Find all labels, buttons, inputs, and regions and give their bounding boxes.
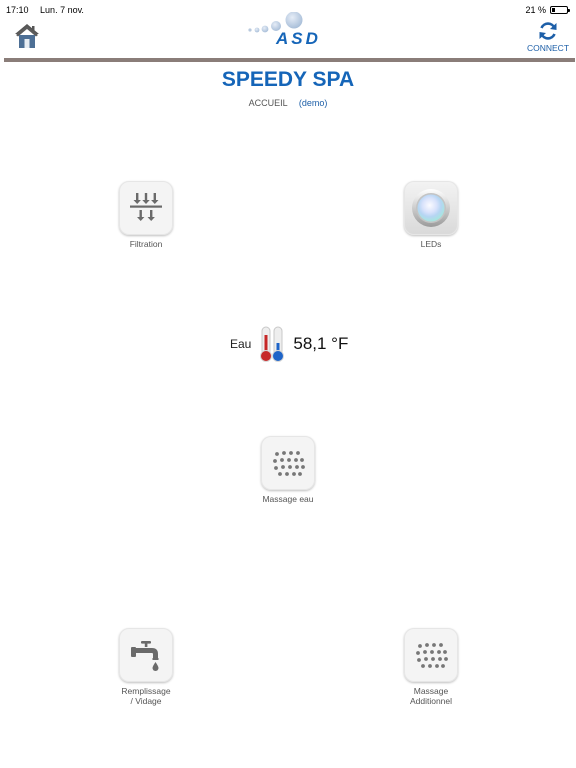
temperature-value: 58,1 °F: [293, 334, 349, 353]
water-temperature: Eau 58,1 °F: [230, 324, 348, 364]
massage-jets-icon: [273, 451, 305, 476]
header: ASD CONNECT: [0, 12, 576, 60]
battery-icon: [550, 6, 570, 14]
remplissage-button[interactable]: [119, 628, 173, 682]
filtration-tile[interactable]: Filtration: [96, 181, 196, 249]
massage-eau-button[interactable]: [261, 436, 315, 490]
connect-button[interactable]: CONNECT: [524, 20, 572, 60]
leds-button[interactable]: [404, 181, 458, 235]
massage-eau-tile[interactable]: Massage eau: [238, 436, 338, 504]
massage-additionnel-label: Massage Additionnel: [381, 686, 481, 706]
massage-jets-icon: [416, 643, 448, 668]
page-subtitle: ACCUEIL (demo): [0, 98, 576, 108]
leds-label: LEDs: [420, 239, 442, 249]
massage-additionnel-button[interactable]: [404, 628, 458, 682]
massage-additionnel-label-line1: Massage: [413, 686, 449, 696]
massage-additionnel-label-line2: Additionnel: [409, 696, 453, 706]
remplissage-label-line1: Remplissage: [121, 686, 171, 696]
filtration-arrows-icon: [130, 193, 162, 221]
battery-fill: [552, 8, 555, 12]
page-title: SPEEDY SPA: [221, 68, 355, 91]
massage-additionnel-tile[interactable]: Massage Additionnel: [381, 628, 481, 706]
temperature-label: Eau: [230, 337, 252, 351]
remplissage-label: Remplissage / Vidage: [96, 686, 196, 706]
filtration-label: Filtration: [129, 239, 163, 249]
subtitle-accueil: ACCUEIL: [248, 98, 288, 108]
water-tap-icon: [131, 641, 159, 671]
filtration-button[interactable]: [119, 181, 173, 235]
led-light-icon: [412, 189, 450, 227]
leds-tile[interactable]: LEDs: [381, 181, 481, 249]
connect-label: CONNECT: [526, 43, 570, 53]
demo-mode-label: (demo): [298, 98, 328, 108]
asd-logo: ASD: [246, 12, 338, 52]
header-divider: [4, 58, 575, 62]
thermometer-icon: [260, 326, 285, 362]
home-icon: [15, 24, 39, 48]
home-button[interactable]: [12, 20, 42, 50]
massage-eau-label: Massage eau: [262, 494, 314, 504]
logo-text: ASD: [276, 29, 321, 48]
refresh-icon: [539, 22, 557, 40]
remplissage-tile[interactable]: Remplissage / Vidage: [96, 628, 196, 706]
remplissage-label-line2: / Vidage: [130, 696, 162, 706]
